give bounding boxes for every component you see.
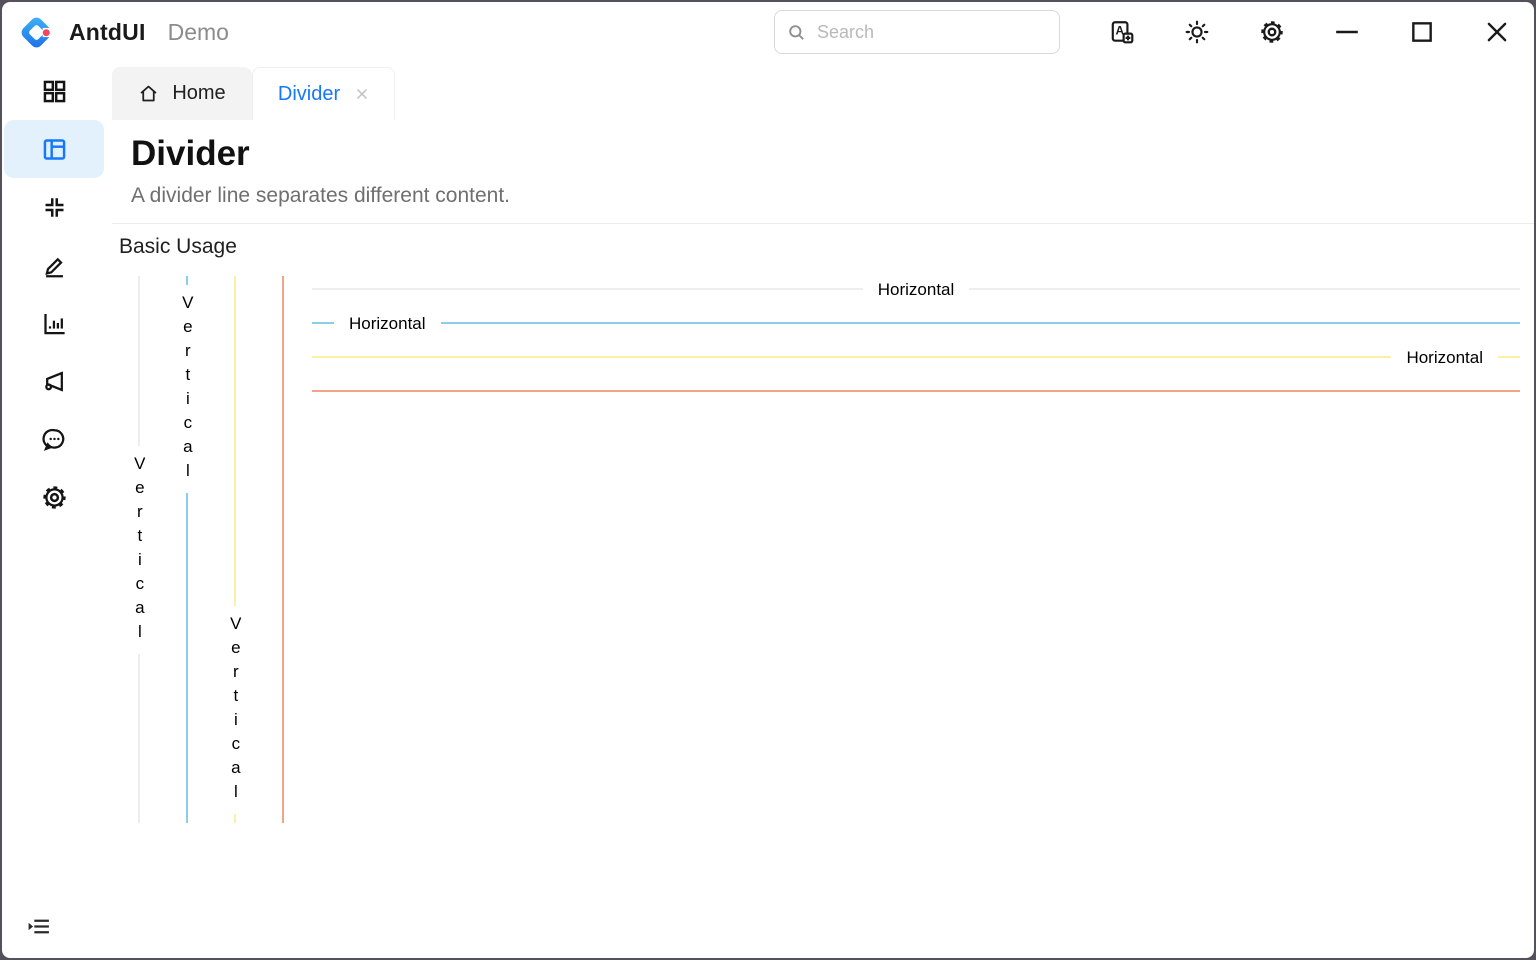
divider-line-segment xyxy=(282,276,284,823)
divider-label: Vertical xyxy=(226,606,245,814)
minimize-icon xyxy=(1334,19,1360,45)
divider-line-segment xyxy=(312,322,334,324)
minimize-button[interactable] xyxy=(1334,19,1360,45)
app-window: AntdUI Demo A xyxy=(0,0,1536,960)
close-button[interactable] xyxy=(1484,19,1510,45)
layout-icon xyxy=(41,136,68,163)
home-icon xyxy=(138,83,159,104)
search-input[interactable] xyxy=(815,21,1051,44)
translate-button[interactable]: A xyxy=(1109,19,1135,45)
app-title: AntdUI xyxy=(69,19,146,46)
vertical-divider-blue: Vertical xyxy=(163,276,211,823)
sidebar-item-announcement[interactable] xyxy=(4,352,104,410)
bar-chart-icon xyxy=(41,310,68,337)
header-divider-line xyxy=(112,223,1534,224)
vertical-dividers-group: Vertical Vertical Vertical xyxy=(115,276,307,823)
page-description: A divider line separates different conte… xyxy=(131,184,1534,208)
sidebar-item-shrink[interactable] xyxy=(4,178,104,236)
divider-label: Vertical xyxy=(130,446,149,654)
page-title: Divider xyxy=(131,133,1534,175)
tab-divider-label: Divider xyxy=(278,83,340,106)
divider-line-segment xyxy=(312,356,1391,358)
divider-line-segment xyxy=(312,288,863,290)
search-box[interactable] xyxy=(774,10,1060,54)
horizontal-divider-yellow: Horizontal xyxy=(312,340,1520,374)
antdui-logo-icon xyxy=(18,14,55,51)
divider-line-segment xyxy=(138,654,140,824)
tab-home[interactable]: Home xyxy=(112,67,252,120)
edit-pencil-icon xyxy=(41,252,68,279)
search-icon xyxy=(787,23,806,42)
divider-demo-area: Vertical Vertical Vertical xyxy=(115,276,1534,823)
app-subtitle: Demo xyxy=(168,19,229,46)
theme-toggle-button[interactable] xyxy=(1184,19,1210,45)
titlebar: AntdUI Demo A xyxy=(2,2,1534,62)
page-content: Divider A divider line separates differe… xyxy=(106,120,1534,958)
divider-line-segment xyxy=(186,276,188,285)
divider-label: Horizontal xyxy=(1391,349,1498,366)
tab-close-button[interactable] xyxy=(355,87,369,101)
divider-line-segment xyxy=(234,276,236,606)
horizontal-dividers-group: Horizontal Horizontal Horizontal xyxy=(312,272,1534,823)
divider-line-segment xyxy=(1498,356,1520,358)
section-title: Basic Usage xyxy=(119,235,1534,259)
gear-icon xyxy=(41,484,68,511)
sidebar-item-layout[interactable] xyxy=(4,120,104,178)
theme-light-icon xyxy=(1184,19,1210,45)
divider-label: Horizontal xyxy=(863,281,970,298)
horizontal-divider-red xyxy=(312,374,1520,408)
settings-button[interactable] xyxy=(1259,19,1285,45)
megaphone-icon xyxy=(41,368,68,395)
sidebar-collapse-button[interactable] xyxy=(26,914,51,944)
tab-home-label: Home xyxy=(172,82,225,105)
sidebar xyxy=(2,62,106,958)
maximize-icon xyxy=(1409,19,1435,45)
sidebar-item-settings[interactable] xyxy=(4,468,104,526)
sidebar-item-overview[interactable] xyxy=(4,62,104,120)
divider-line-segment xyxy=(138,276,140,446)
sidebar-item-edit[interactable] xyxy=(4,236,104,294)
settings-gear-icon xyxy=(1259,19,1285,45)
horizontal-divider-blue: Horizontal xyxy=(312,306,1520,340)
divider-label: Vertical xyxy=(178,285,197,493)
sidebar-item-chart[interactable] xyxy=(4,294,104,352)
vertical-divider-red xyxy=(259,276,307,823)
sidebar-item-chat[interactable] xyxy=(4,410,104,468)
divider-line-segment xyxy=(234,814,236,823)
tab-bar: Home Divider xyxy=(106,62,1534,120)
vertical-divider-default: Vertical xyxy=(115,276,163,823)
shrink-icon xyxy=(41,194,68,221)
menu-unfold-icon xyxy=(26,914,51,939)
tab-close-icon xyxy=(355,87,369,101)
grid-icon xyxy=(41,78,68,105)
horizontal-divider-default: Horizontal xyxy=(312,272,1520,306)
divider-label: Horizontal xyxy=(334,315,441,332)
divider-line-segment xyxy=(186,493,188,823)
vertical-divider-yellow: Vertical xyxy=(211,276,259,823)
divider-line-segment xyxy=(441,322,1520,324)
divider-line-segment xyxy=(312,390,1520,392)
maximize-button[interactable] xyxy=(1409,19,1435,45)
translate-icon: A xyxy=(1109,19,1135,45)
chat-bubble-icon xyxy=(41,426,68,453)
divider-line-segment xyxy=(969,288,1520,290)
close-icon xyxy=(1484,19,1510,45)
tab-divider[interactable]: Divider xyxy=(252,67,395,120)
